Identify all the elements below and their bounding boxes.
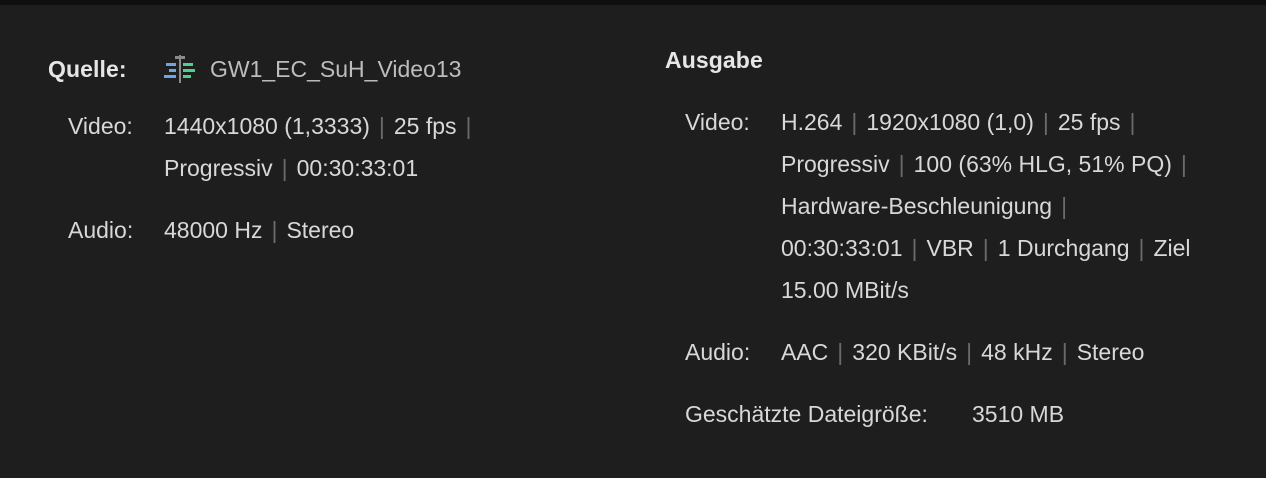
output-video-acceleration: Hardware-Beschleunigung	[781, 193, 1053, 219]
output-video-label: Video:	[685, 109, 750, 135]
separator: |	[271, 217, 278, 243]
separator: |	[1129, 109, 1136, 135]
output-heading: Ausgabe	[665, 47, 763, 73]
output-video-codec: H.264	[781, 109, 843, 135]
output-filesize-value: 3510 MB	[972, 401, 1065, 427]
output-audio-channels: Stereo	[1076, 339, 1145, 365]
output-audio-codec: AAC	[781, 339, 829, 365]
source-video-label: Video:	[68, 113, 133, 139]
separator: |	[898, 151, 905, 177]
output-video-quality: 100 (63% HLG, 51% PQ)	[913, 151, 1172, 177]
output-video-passes: 1 Durchgang	[997, 235, 1130, 261]
separator: |	[1180, 151, 1187, 177]
separator: |	[465, 113, 472, 139]
output-audio-bitrate: 320 KBit/s	[852, 339, 958, 365]
output-audio-rate: 48 kHz	[981, 339, 1053, 365]
separator: |	[1061, 193, 1068, 219]
source-video-duration: 00:30:33:01	[296, 155, 419, 181]
output-audio-line: AAC | 320 KBit/s | 48 kHz | Stereo	[781, 339, 1144, 366]
output-video-resolution: 1920x1080 (1,0)	[866, 109, 1034, 135]
output-video-line-1: H.264 | 1920x1080 (1,0) | 25 fps |	[781, 109, 1136, 136]
output-video-scan: Progressiv	[781, 151, 890, 177]
output-filesize-label: Geschätzte Dateigröße:	[685, 401, 928, 427]
source-audio-line: 48000 Hz | Stereo	[164, 217, 354, 244]
separator: |	[982, 235, 989, 261]
output-video-line-5: 15.00 MBit/s	[781, 277, 909, 304]
output-video-line-2: Progressiv | 100 (63% HLG, 51% PQ) |	[781, 151, 1187, 178]
separator: |	[851, 109, 858, 135]
output-video-target-rate: 15.00 MBit/s	[781, 277, 909, 303]
output-audio-label: Audio:	[685, 339, 751, 365]
source-video-line-1: 1440x1080 (1,3333) | 25 fps |	[164, 113, 472, 140]
output-video-line-4: 00:30:33:01 | VBR | 1 Durchgang | Ziel	[781, 235, 1191, 262]
separator: |	[966, 339, 973, 365]
output-video-target-word: Ziel	[1153, 235, 1191, 261]
output-pane: Ausgabe Video: H.264 | 1920x1080 (1,0) | 25 …	[620, 0, 1266, 478]
source-pane: Quelle: GW1_EC_SuH_Video13 Video: 1440x1…	[0, 0, 620, 478]
separator: |	[378, 113, 385, 139]
output-video-duration: 00:30:33:01	[781, 235, 903, 261]
source-audio-rate: 48000 Hz	[164, 217, 263, 243]
source-heading: Quelle:	[48, 56, 127, 82]
source-audio-label: Audio:	[68, 217, 134, 243]
output-video-line-3: Hardware-Beschleunigung |	[781, 193, 1067, 220]
source-video-fps: 25 fps	[393, 113, 457, 139]
sequence-icon	[164, 55, 195, 83]
separator: |	[1138, 235, 1145, 261]
source-audio-channels: Stereo	[286, 217, 355, 243]
separator: |	[1042, 109, 1049, 135]
separator: |	[911, 235, 918, 261]
separator: |	[281, 155, 288, 181]
output-video-fps: 25 fps	[1057, 109, 1121, 135]
sequence-name: GW1_EC_SuH_Video13	[210, 55, 462, 82]
separator: |	[837, 339, 844, 365]
source-video-line-2: Progressiv | 00:30:33:01	[164, 155, 418, 182]
output-video-bitrate-mode: VBR	[926, 235, 974, 261]
source-video-resolution: 1440x1080 (1,3333)	[164, 113, 370, 139]
source-video-scan: Progressiv	[164, 155, 273, 181]
source-sequence: GW1_EC_SuH_Video13	[164, 54, 461, 84]
separator: |	[1061, 339, 1068, 365]
